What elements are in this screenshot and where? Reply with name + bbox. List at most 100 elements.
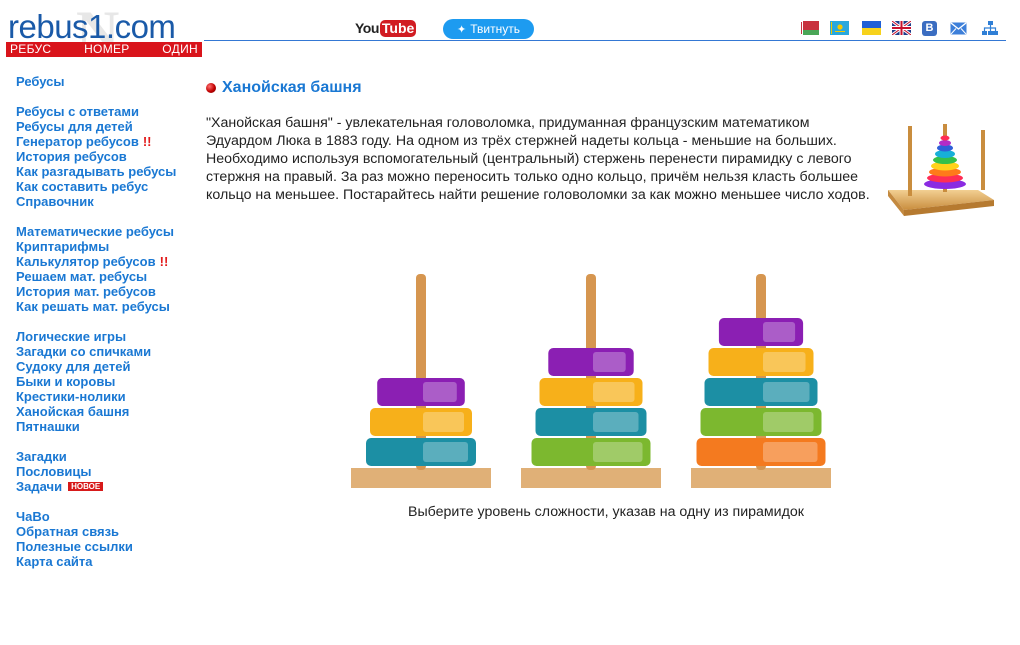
sidebar-group: Математические ребусы Криптарифмы Калькуля… (16, 224, 196, 314)
tweet-button[interactable]: ✦ Твитнуть (443, 19, 534, 39)
sidebar-item-label: Загадки (16, 449, 67, 464)
sidebar-item[interactable]: Пятнашки (16, 419, 196, 434)
flag-kazakhstan-icon[interactable] (830, 21, 849, 35)
sidebar-item-label: Как решать мат. ребусы (16, 299, 170, 314)
sitemap-icon[interactable] (982, 21, 998, 36)
ring-highlight (423, 412, 464, 432)
pyramid-level-5[interactable] (691, 274, 831, 491)
pyramid-graphic (351, 274, 491, 488)
sidebar-item-label: Крестики-нолики (16, 389, 126, 404)
sidebar-item[interactable]: Решаем мат. ребусы (16, 269, 196, 284)
sidebar-item[interactable]: Полезные ссылки (16, 539, 196, 554)
red-bullet-icon (206, 83, 216, 93)
ring-highlight (763, 382, 810, 402)
hanoi-tower-thumbnail (886, 118, 996, 218)
ring-highlight (763, 322, 796, 342)
sidebar-item[interactable]: История ребусов (16, 149, 196, 164)
sidebar-item-label: История мат. ребусов (16, 284, 156, 299)
sidebar-item-label: Быки и коровы (16, 374, 116, 389)
logo-tagline-word: РЕБУС (10, 42, 52, 56)
ring-highlight (763, 352, 806, 372)
sidebar-item[interactable]: Криптарифмы (16, 239, 196, 254)
wooden-base (521, 468, 661, 488)
sidebar-item[interactable]: Ребусы для детей (16, 119, 196, 134)
sidebar-item[interactable]: Ханойская башня (16, 404, 196, 419)
youtube-link[interactable]: You Tube (355, 18, 417, 38)
tweet-button-label: Твитнуть (470, 22, 520, 36)
difficulty-hint: Выберите уровень сложности, указав на од… (408, 504, 804, 520)
ring-highlight (593, 442, 643, 462)
sidebar-item[interactable]: ЧаВо (16, 509, 196, 524)
sidebar-item-label: Судоку для детей (16, 359, 131, 374)
sidebar-item[interactable]: Судоку для детей (16, 359, 196, 374)
sidebar-item[interactable]: Калькулятор ребусов!! (16, 254, 196, 269)
sidebar-item-label: Полезные ссылки (16, 539, 133, 554)
sidebar-item-label: Карта сайта (16, 554, 93, 569)
mail-icon[interactable] (950, 22, 967, 35)
site-logo[interactable]: N rebus1.com РЕБУС НОМЕР ОДИН (6, 2, 206, 62)
sidebar-item[interactable]: История мат. ребусов (16, 284, 196, 299)
pyramid-graphic (691, 274, 831, 488)
youtube-logo-you: You (355, 20, 379, 36)
vk-icon[interactable]: В (922, 21, 937, 36)
sidebar-item-label: Ханойская башня (16, 404, 130, 419)
sidebar-group: Ребусы с ответами Ребусы для детей Генерат… (16, 104, 196, 209)
sidebar-group: Логические игры Загадки со спичками Судоку… (16, 329, 196, 434)
ring-highlight (423, 442, 468, 462)
intro-paragraph: "Ханойская башня" - увлекательная голово… (206, 115, 870, 203)
pyramid-level-4[interactable] (521, 274, 661, 491)
sidebar-item[interactable]: Задачи НОВОЕ (16, 479, 196, 494)
flag-uk-icon[interactable] (892, 21, 911, 35)
sidebar-item[interactable]: Загадки со спичками (16, 344, 196, 359)
sidebar-item-label: Криптарифмы (16, 239, 110, 254)
sidebar-item[interactable]: Как разгадывать ребусы (16, 164, 196, 179)
sidebar-item-label: Пословицы (16, 464, 92, 479)
page-title-text: Ханойская башня (222, 79, 362, 96)
page-title: Ханойская башня (206, 74, 1006, 102)
sidebar-item-label: Ребусы для детей (16, 119, 133, 134)
ring-highlight (593, 412, 639, 432)
ring-highlight (593, 382, 635, 402)
sidebar-item-label: Справочник (16, 194, 94, 209)
ring-highlight (763, 442, 818, 462)
sidebar-item[interactable]: Загадки (16, 449, 196, 464)
new-feature-mark: !! (159, 254, 169, 269)
thumbnail-rings (924, 135, 966, 189)
sidebar-item[interactable]: Как решать мат. ребусы (16, 299, 196, 314)
sidebar-item-label: Задачи (16, 479, 63, 494)
sidebar-item[interactable]: Логические игры (16, 329, 196, 344)
sidebar-item[interactable]: Обратная связь (16, 524, 196, 539)
sidebar-item[interactable]: Ребусы (16, 74, 196, 89)
sidebar-nav: Ребусы Ребусы с ответами Ребусы для детей Г… (16, 74, 196, 584)
pyramid-graphic (521, 274, 661, 488)
sidebar-item[interactable]: Генератор ребусов!! (16, 134, 196, 149)
flag-ukraine-icon[interactable] (862, 21, 881, 35)
sidebar-item-label: Математические ребусы (16, 224, 174, 239)
sidebar-item[interactable]: Крестики-нолики (16, 389, 196, 404)
logo-site-name: rebus1.com (8, 8, 176, 45)
sidebar-item[interactable]: Карта сайта (16, 554, 196, 569)
sidebar-item-label: Как разгадывать ребусы (16, 164, 177, 179)
sidebar-item[interactable]: Справочник (16, 194, 196, 209)
sidebar-item-label: Обратная связь (16, 524, 120, 539)
sidebar-group: Загадки Пословицы Задачи НОВОЕ (16, 449, 196, 494)
logo-tagline-word: НОМЕР (84, 42, 130, 56)
sidebar-item-label: Пятнашки (16, 419, 80, 434)
sidebar-item[interactable]: Пословицы (16, 464, 196, 479)
sidebar-item-label: История ребусов (16, 149, 127, 164)
sidebar-item[interactable]: Как составить ребус (16, 179, 196, 194)
logo-tagline-word: ОДИН (162, 42, 198, 56)
new-feature-mark: !! (142, 134, 152, 149)
pyramid-level-3[interactable] (351, 274, 491, 491)
sidebar-item[interactable]: Математические ребусы (16, 224, 196, 239)
twitter-bird-icon: ✦ (457, 23, 467, 36)
flag-belarus-icon[interactable] (800, 21, 819, 35)
ring-highlight (763, 412, 814, 432)
ring-highlight (593, 352, 626, 372)
wooden-base (351, 468, 491, 488)
sidebar-item[interactable]: Быки и коровы (16, 374, 196, 389)
header: N rebus1.com РЕБУС НОМЕР ОДИН You Tube ✦… (0, 0, 1020, 62)
sidebar-item[interactable]: Ребусы с ответами (16, 104, 196, 119)
pyramid-selector (351, 274, 831, 491)
youtube-logo-tube: Tube (379, 19, 417, 37)
